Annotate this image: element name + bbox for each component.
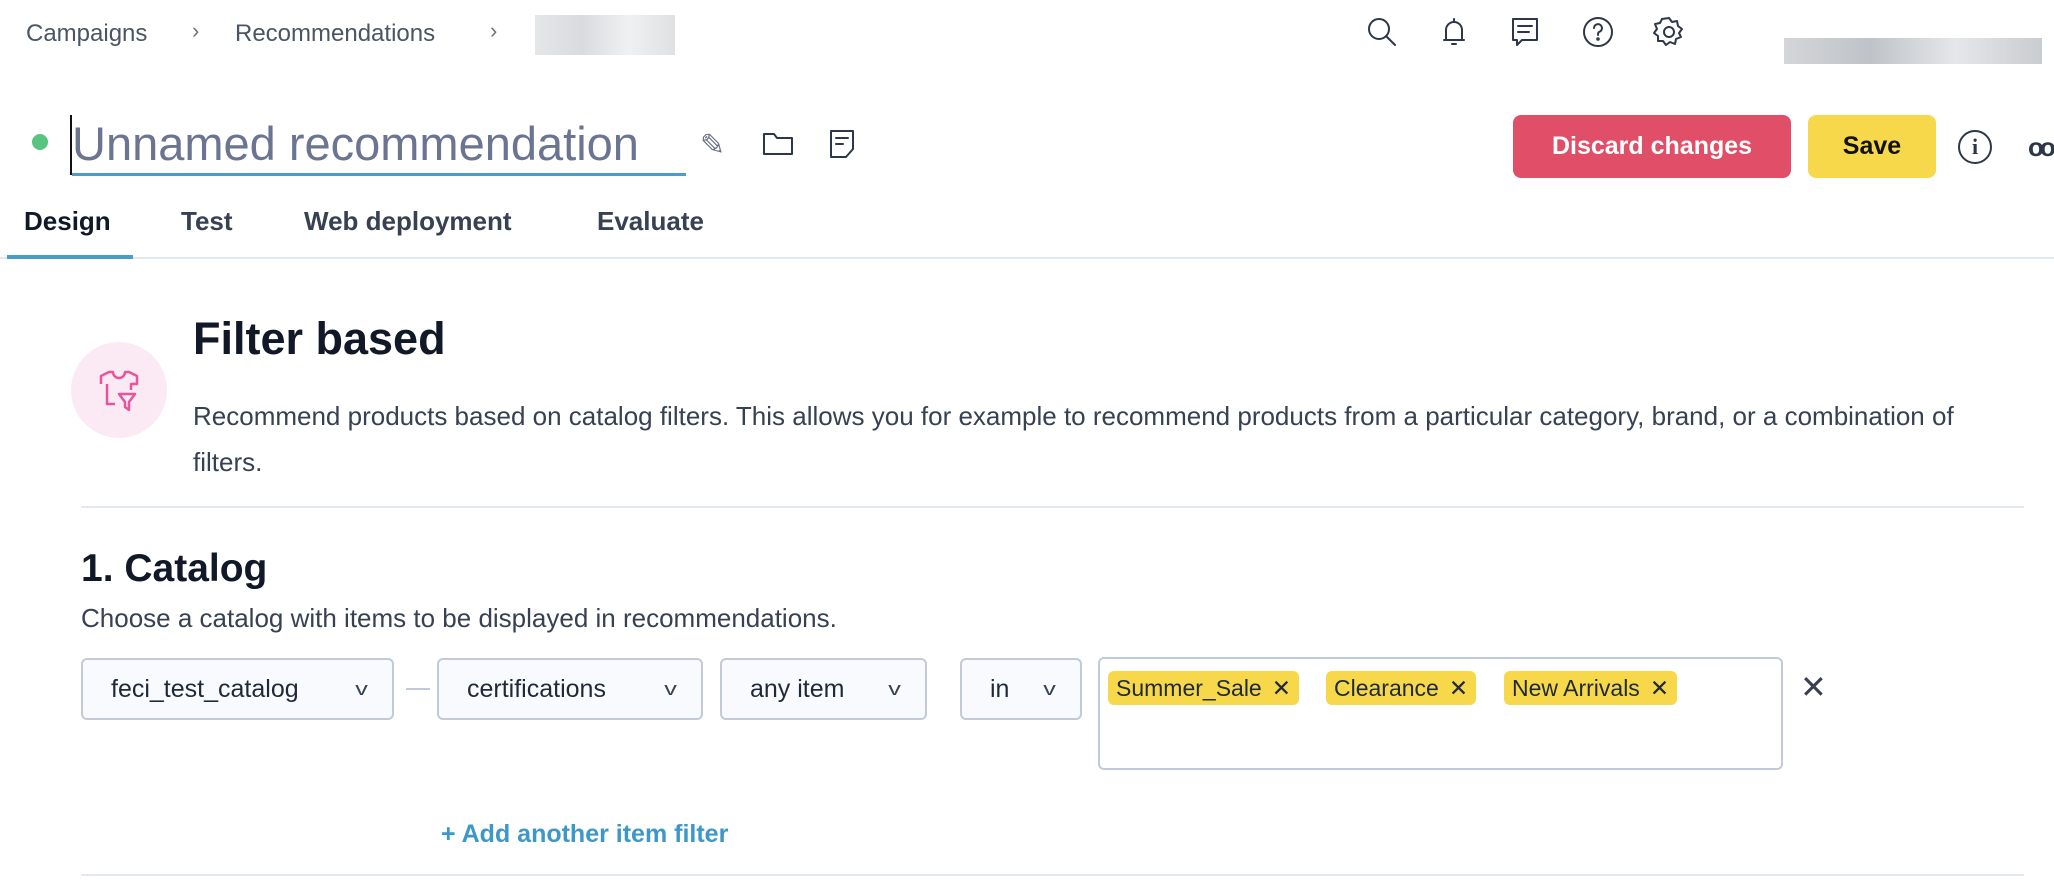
- tag-summer-sale: Summer_Sale ✕: [1108, 671, 1300, 705]
- help-icon[interactable]: [1580, 14, 1616, 50]
- add-item-filter-link[interactable]: + Add another item filter: [441, 820, 728, 849]
- breadcrumb-current-redacted: [535, 15, 675, 55]
- tab-evaluate[interactable]: Evaluate: [597, 206, 704, 237]
- chevron-down-icon: v: [355, 678, 368, 699]
- tab-web-deployment[interactable]: Web deployment: [304, 206, 512, 237]
- catalog-heading: 1. Catalog: [81, 547, 268, 590]
- more-options-icon[interactable]: oo: [2028, 132, 2054, 163]
- remove-tag-icon[interactable]: ✕: [1449, 675, 1468, 702]
- tag-label: New Arrivals: [1512, 674, 1640, 701]
- active-tab-indicator: [7, 255, 133, 259]
- connector-dash: [406, 688, 430, 690]
- tag-label: Clearance: [1334, 674, 1439, 701]
- folder-icon[interactable]: [760, 126, 796, 162]
- page-description: Recommend products based on catalog filt…: [193, 401, 1954, 477]
- chevron-down-icon: v: [1043, 678, 1056, 699]
- breadcrumb-chevron-icon: ›: [192, 18, 200, 43]
- note-icon[interactable]: [824, 126, 860, 162]
- recommendation-name-input[interactable]: [72, 114, 686, 176]
- attribute-select[interactable]: certifications v: [437, 658, 703, 720]
- info-icon[interactable]: i: [1958, 130, 1992, 164]
- discard-changes-button[interactable]: Discard changes: [1513, 115, 1791, 178]
- attribute-select-value: certifications: [467, 674, 606, 703]
- tabs-divider: [0, 257, 2054, 259]
- operator-select[interactable]: in v: [960, 658, 1082, 720]
- quantifier-select-value: any item: [750, 674, 845, 703]
- section-divider: [81, 874, 2024, 876]
- breadcrumb-recommendations[interactable]: Recommendations: [235, 20, 435, 48]
- save-button[interactable]: Save: [1808, 115, 1936, 178]
- gear-icon[interactable]: [1651, 14, 1687, 50]
- tag-label: Summer_Sale: [1116, 674, 1262, 701]
- breadcrumb-campaigns[interactable]: Campaigns: [26, 20, 147, 48]
- section-divider: [81, 506, 2024, 508]
- status-dot: [32, 134, 48, 150]
- quantifier-select[interactable]: any item v: [720, 658, 927, 720]
- tag-new-arrivals: New Arrivals ✕: [1504, 671, 1678, 705]
- chat-icon[interactable]: [1507, 14, 1543, 50]
- remove-tag-icon[interactable]: ✕: [1272, 675, 1291, 702]
- remove-tag-icon[interactable]: ✕: [1650, 675, 1669, 702]
- user-account-redacted[interactable]: [1784, 38, 2042, 64]
- chevron-down-icon: v: [888, 678, 901, 699]
- remove-filter-icon[interactable]: ✕: [1800, 668, 1827, 706]
- tab-test[interactable]: Test: [181, 206, 233, 237]
- bell-icon[interactable]: [1436, 14, 1472, 50]
- catalog-subtitle: Choose a catalog with items to be displa…: [81, 603, 837, 633]
- tag-clearance: Clearance ✕: [1326, 671, 1477, 705]
- operator-select-value: in: [990, 674, 1010, 703]
- catalog-select[interactable]: feci_test_catalog v: [81, 658, 394, 720]
- chevron-down-icon: v: [664, 678, 677, 699]
- pencil-icon[interactable]: ✎: [700, 128, 725, 163]
- search-icon[interactable]: [1364, 14, 1400, 50]
- breadcrumb-chevron-icon: ›: [490, 18, 498, 43]
- filter-product-icon: [71, 342, 167, 438]
- page-heading: Filter based: [193, 313, 446, 364]
- catalog-select-value: feci_test_catalog: [111, 674, 299, 703]
- tab-design[interactable]: Design: [24, 206, 111, 237]
